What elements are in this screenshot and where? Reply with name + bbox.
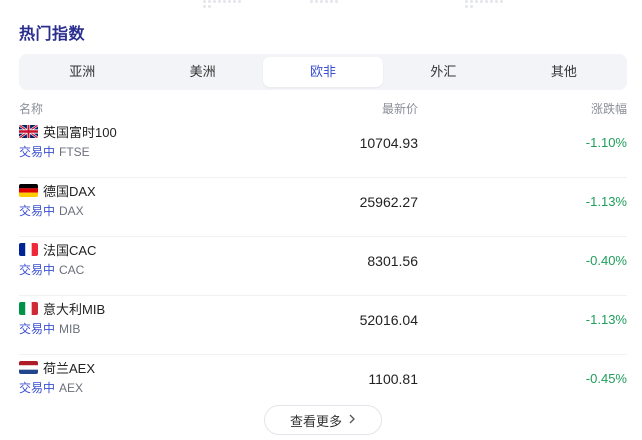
latest-price: 8301.56: [367, 253, 418, 269]
tab-americas[interactable]: 美洲: [142, 57, 262, 87]
change-percent: -1.10%: [585, 135, 627, 150]
table-row[interactable]: 英国富时100 交易中 FTSE 10704.93 -1.10%: [19, 120, 627, 178]
latest-price: 1100.81: [368, 371, 418, 387]
dot-group: [203, 0, 243, 8]
change-percent: -1.13%: [585, 312, 627, 327]
latest-price: 25962.27: [359, 194, 418, 210]
chevron-right-icon: [348, 413, 356, 427]
index-name: 英国富时100: [19, 122, 117, 141]
table-header: 名称 最新价 涨跌幅: [19, 100, 627, 116]
table-row[interactable]: 德国DAX 交易中 DAX 25962.27 -1.13%: [19, 179, 627, 237]
index-name-label: 德国DAX: [43, 184, 96, 199]
index-name: 意大利MIB: [19, 299, 105, 318]
index-name: 法国CAC: [19, 240, 96, 259]
decorative-dots: [0, 0, 642, 10]
tab-asia[interactable]: 亚洲: [22, 57, 142, 87]
index-name: 荷兰AEX: [19, 358, 95, 377]
table-row[interactable]: 意大利MIB 交易中 MIB 52016.04 -1.13%: [19, 297, 627, 355]
header-change: 涨跌幅: [590, 102, 627, 116]
index-name: 德国DAX: [19, 181, 96, 200]
dot-group: [465, 0, 505, 8]
france-flag-icon: [19, 243, 38, 256]
trading-status: 交易中 FTSE: [19, 145, 90, 159]
view-more-button[interactable]: 查看更多: [264, 405, 382, 435]
latest-price: 52016.04: [359, 312, 418, 328]
trading-status: 交易中 CAC: [19, 263, 85, 277]
header-name: 名称: [19, 102, 44, 116]
index-code: CAC: [59, 263, 85, 277]
index-name-label: 意大利MIB: [43, 302, 106, 317]
trading-status: 交易中 MIB: [19, 322, 81, 336]
tab-other[interactable]: 其他: [504, 57, 624, 87]
netherlands-flag-icon: [19, 361, 38, 374]
section-title: 热门指数: [19, 26, 86, 43]
index-name-label: 英国富时100: [43, 125, 117, 140]
tab-europe-africa[interactable]: 欧非: [262, 57, 384, 87]
uk-flag-icon: [19, 125, 38, 138]
tab-forex[interactable]: 外汇: [383, 57, 503, 87]
latest-price: 10704.93: [359, 135, 418, 151]
index-code: MIB: [59, 322, 81, 336]
index-code: DAX: [59, 204, 84, 218]
table-row[interactable]: 法国CAC 交易中 CAC 8301.56 -0.40%: [19, 238, 627, 296]
change-percent: -0.45%: [585, 371, 627, 386]
index-name-label: 荷兰AEX: [43, 361, 96, 376]
trading-status: 交易中 AEX: [19, 381, 84, 395]
index-code: FTSE: [59, 145, 90, 159]
index-name-label: 法国CAC: [43, 243, 97, 258]
germany-flag-icon: [19, 184, 38, 197]
index-code: AEX: [59, 381, 84, 395]
header-price: 最新价: [381, 102, 418, 116]
trading-status: 交易中 DAX: [19, 204, 84, 218]
change-percent: -0.40%: [585, 253, 627, 268]
dot-group: [310, 0, 360, 8]
italy-flag-icon: [19, 302, 38, 315]
change-percent: -1.13%: [585, 194, 627, 209]
view-more-label: 查看更多: [289, 413, 342, 429]
region-tabs: 亚洲 美洲 欧非 外汇 其他: [19, 54, 627, 90]
